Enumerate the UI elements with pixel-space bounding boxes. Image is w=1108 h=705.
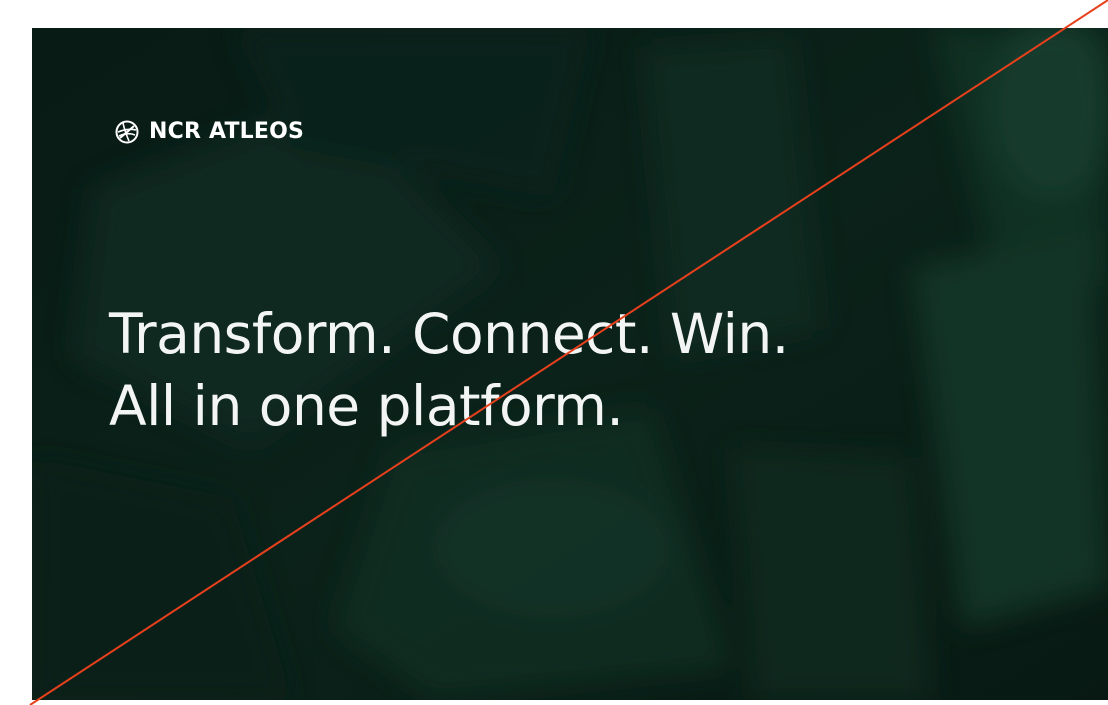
globe-logo-icon bbox=[115, 120, 139, 144]
headline: Transform. Connect. Win. All in one plat… bbox=[109, 298, 789, 442]
brand-name: NCR ATLEOS bbox=[149, 119, 305, 144]
ad-frame: NCR ATLEOS Transform. Connect. Win. All … bbox=[0, 0, 1108, 705]
ad-banner[interactable]: NCR ATLEOS Transform. Connect. Win. All … bbox=[32, 28, 1108, 700]
headline-line-2: All in one platform. bbox=[109, 374, 624, 438]
headline-line-1: Transform. Connect. Win. bbox=[109, 302, 789, 366]
brand-logo: NCR ATLEOS bbox=[114, 119, 304, 145]
